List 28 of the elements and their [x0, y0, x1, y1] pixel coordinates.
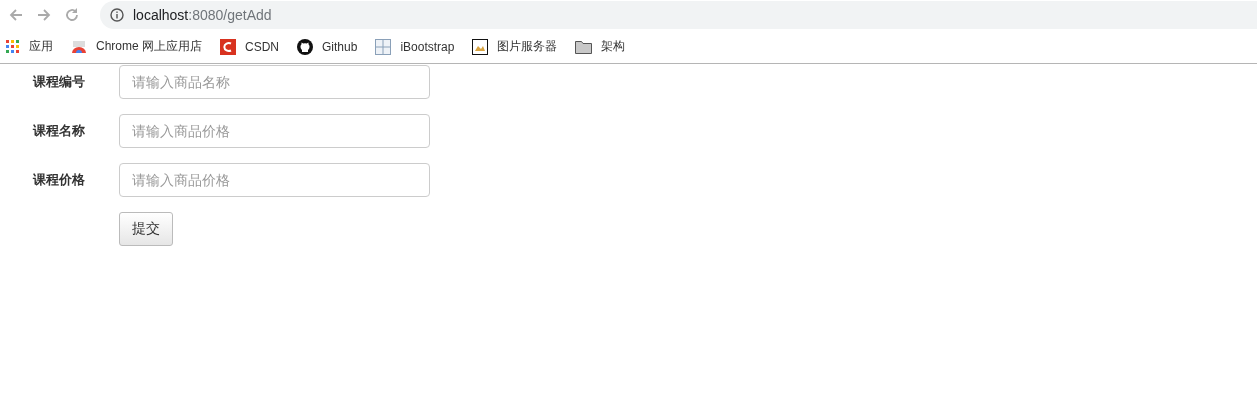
field-label: 课程编号	[31, 73, 86, 91]
forward-icon[interactable]	[36, 7, 52, 23]
info-icon[interactable]	[110, 8, 124, 22]
field-label: 课程价格	[31, 171, 86, 189]
bookmark[interactable]: iBootstrap	[375, 38, 455, 55]
bookmark[interactable]: 应用	[6, 38, 53, 55]
apps-grid-icon	[6, 39, 20, 54]
bookmark[interactable]: Github	[297, 38, 358, 55]
reload-icon[interactable]	[64, 7, 80, 23]
back-icon[interactable]	[8, 7, 24, 23]
c-logo-icon	[220, 38, 236, 55]
bookmark[interactable]: 架构	[575, 38, 626, 55]
store-icon	[71, 39, 87, 54]
field-label: 课程名称	[31, 122, 86, 140]
input-field[interactable]: 请输入商品价格	[119, 114, 430, 148]
cat-silhouette-icon	[297, 38, 314, 55]
bookmark[interactable]: CSDN	[220, 38, 280, 55]
url-host: localhost	[133, 7, 189, 23]
bookmark[interactable]: Chrome 网上应用店	[71, 38, 202, 55]
folder-icon	[575, 39, 593, 54]
address-bar[interactable]: localhost:8080/getAdd	[100, 1, 1257, 29]
image-icon	[472, 38, 489, 55]
url-path: :8080/getAdd	[188, 7, 272, 23]
grid-icon	[375, 38, 392, 55]
input-field[interactable]: 请输入商品名称	[119, 65, 430, 99]
bookmark[interactable]: 图片服务器	[472, 38, 558, 55]
submit-button[interactable]: 提交	[119, 212, 173, 246]
input-field[interactable]: 请输入商品价格	[119, 163, 430, 197]
